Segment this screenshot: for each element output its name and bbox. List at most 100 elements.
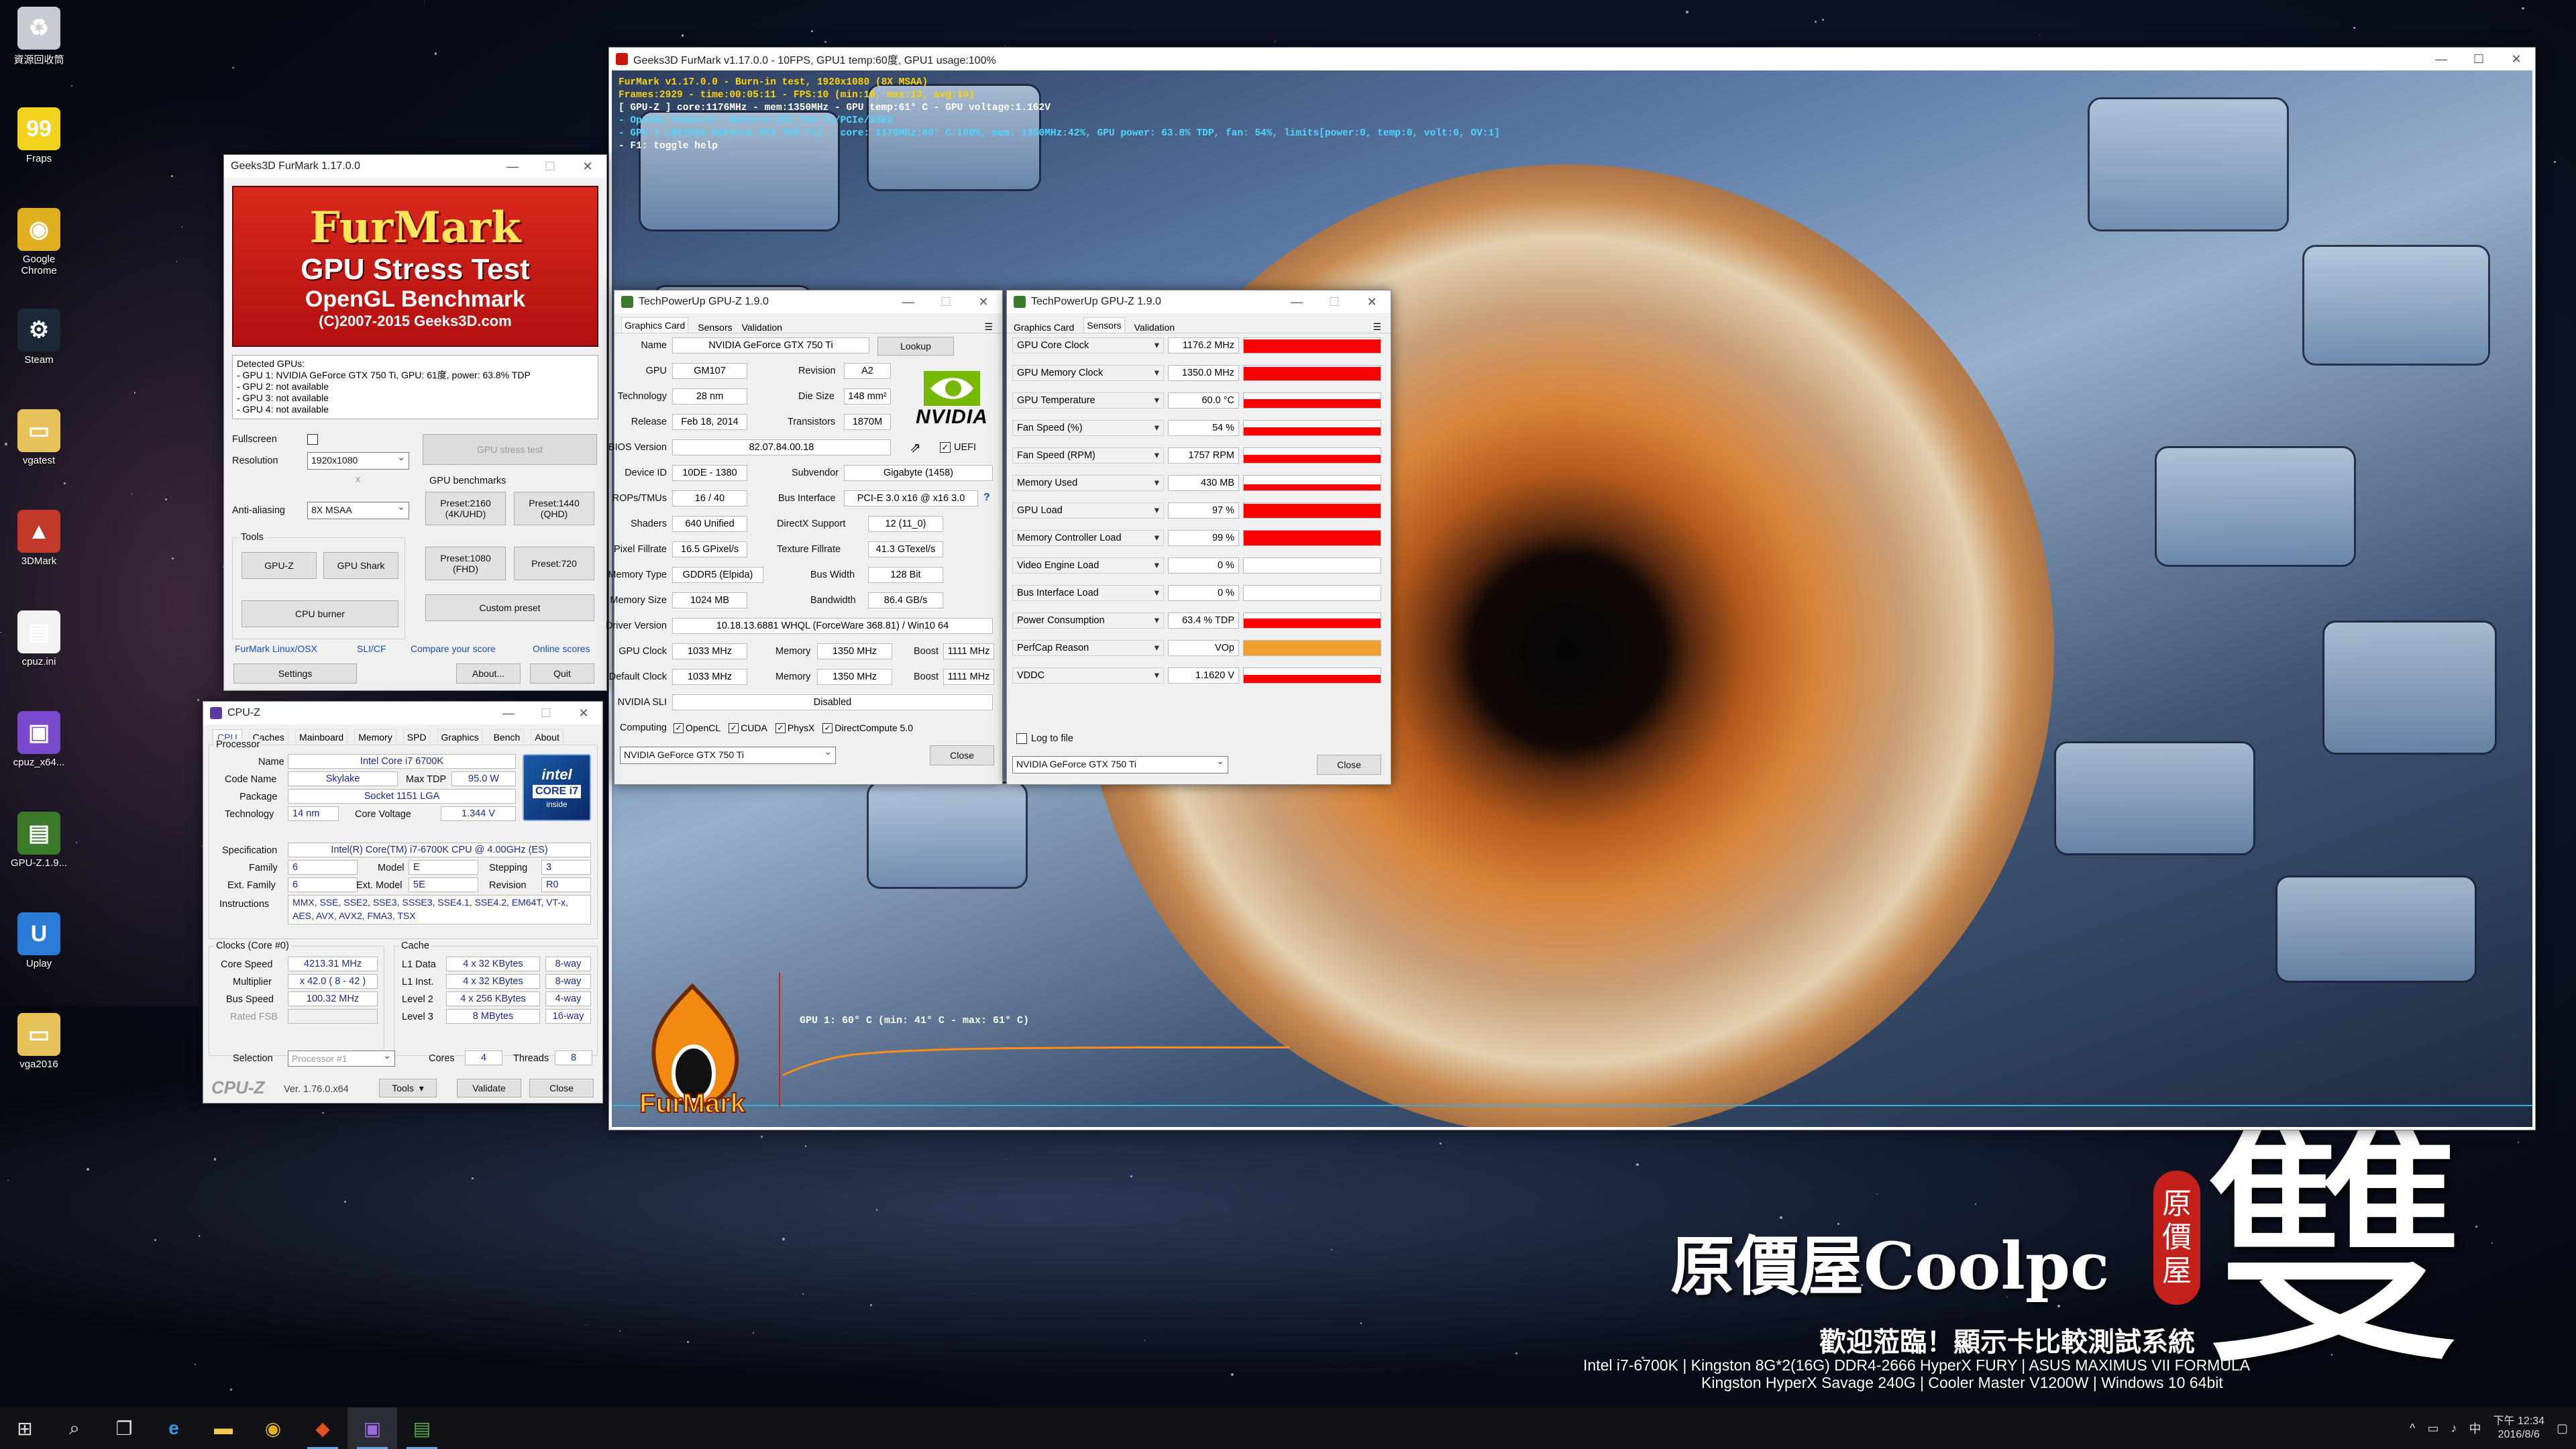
notification-icon[interactable]: ▢ xyxy=(2557,1421,2568,1436)
minimize-button[interactable]: — xyxy=(2422,48,2460,70)
desktop-icon[interactable]: ▤ cpuz.ini xyxy=(5,610,72,667)
tab-memory[interactable]: Memory xyxy=(354,729,396,745)
close-button[interactable]: ✕ xyxy=(565,702,602,724)
gpu-stress-test-button[interactable]: GPU stress test xyxy=(423,434,597,465)
furmark-linux-link[interactable]: FurMark Linux/OSX xyxy=(235,643,317,654)
tools-button[interactable]: Tools ▾ xyxy=(379,1079,437,1097)
about-button[interactable]: About... xyxy=(456,663,521,684)
gpu-select[interactable]: NVIDIA GeForce GTX 750 Ti xyxy=(1012,755,1228,773)
fullscreen-checkbox[interactable] xyxy=(307,434,318,445)
sensor-dropdown-icon[interactable]: ▾ xyxy=(1155,423,1159,433)
tab-validation[interactable]: Validation xyxy=(1134,322,1175,333)
tab-mainboard[interactable]: Mainboard xyxy=(295,729,348,745)
furmark-icon[interactable]: ◆ xyxy=(298,1407,347,1449)
quit-button[interactable]: Quit xyxy=(530,663,594,684)
tab-about[interactable]: About xyxy=(531,729,564,745)
search-icon[interactable]: ⌕ xyxy=(50,1407,99,1449)
sensor-dropdown-icon[interactable]: ▾ xyxy=(1155,478,1159,488)
desktop-icon[interactable]: 99 Fraps xyxy=(5,107,72,164)
close-button[interactable]: Close xyxy=(930,745,994,765)
desktop-icon[interactable]: ▣ cpuz_x64... xyxy=(5,711,72,768)
sensor-label[interactable]: Bus Interface Load ▾ xyxy=(1012,585,1164,601)
gpu-select[interactable]: NVIDIA GeForce GTX 750 Ti xyxy=(620,746,836,764)
anti-aliasing-select[interactable]: 8X MSAA xyxy=(307,501,409,519)
online-scores-link[interactable]: Online scores xyxy=(533,643,590,654)
task-view-icon[interactable]: ❐ xyxy=(99,1407,149,1449)
maximize-button[interactable]: ☐ xyxy=(1316,290,1353,313)
desktop-icon[interactable]: ▲ 3DMark xyxy=(5,510,72,567)
processor-select[interactable]: Processor #1 xyxy=(288,1050,395,1067)
sensor-label[interactable]: Memory Controller Load ▾ xyxy=(1012,530,1164,546)
maximize-button[interactable]: ☐ xyxy=(531,155,569,178)
menu-icon[interactable]: ☰ xyxy=(984,321,993,333)
sensor-dropdown-icon[interactable]: ▾ xyxy=(1155,450,1159,461)
explorer-icon[interactable]: ▬ xyxy=(199,1407,248,1449)
preset-2160-button[interactable]: Preset:2160 (4K/UHD) xyxy=(425,492,506,525)
close-button[interactable]: Close xyxy=(1317,755,1381,775)
sensor-dropdown-icon[interactable]: ▾ xyxy=(1155,670,1159,681)
close-button[interactable]: ✕ xyxy=(569,155,606,178)
title-bar[interactable]: CPU-Z — ☐ ✕ xyxy=(203,702,602,724)
maximize-button[interactable]: ☐ xyxy=(527,702,565,724)
close-button[interactable]: ✕ xyxy=(2498,48,2535,70)
cpu-burner-button[interactable]: CPU burner xyxy=(241,600,398,627)
preset-1080-button[interactable]: Preset:1080 (FHD) xyxy=(425,547,506,580)
tab-graphics-card[interactable]: Graphics Card xyxy=(621,317,689,333)
clock[interactable]: 下午 12:34 2016/8/6 xyxy=(2493,1415,2544,1442)
tab-sensors[interactable]: Sensors xyxy=(698,322,732,333)
sensor-dropdown-icon[interactable]: ▾ xyxy=(1155,615,1159,626)
title-bar[interactable]: TechPowerUp GPU-Z 1.9.0 — ☐ ✕ xyxy=(1007,290,1391,313)
maximize-button[interactable]: ☐ xyxy=(2460,48,2498,70)
resolution-select[interactable]: 1920x1080 xyxy=(307,451,409,470)
desktop-icon[interactable]: ▤ GPU-Z.1.9... xyxy=(5,812,72,869)
sensor-label[interactable]: GPU Memory Clock ▾ xyxy=(1012,365,1164,381)
tab-sensors[interactable]: Sensors xyxy=(1083,317,1125,333)
validate-button[interactable]: Validate xyxy=(457,1079,521,1097)
cpuz-icon[interactable]: ▣ xyxy=(347,1407,397,1449)
sensor-label[interactable]: GPU Load ▾ xyxy=(1012,502,1164,519)
sensor-dropdown-icon[interactable]: ▾ xyxy=(1155,368,1159,378)
minimize-button[interactable]: — xyxy=(494,155,531,178)
sensor-label[interactable]: VDDC ▾ xyxy=(1012,667,1164,684)
settings-button[interactable]: Settings xyxy=(233,663,357,684)
start-icon[interactable]: ⊞ xyxy=(0,1407,50,1449)
desktop-icon[interactable]: ▭ vga2016 xyxy=(5,1013,72,1070)
gpuz-button[interactable]: GPU-Z xyxy=(241,552,317,579)
desktop-icon[interactable]: ▭ vgatest xyxy=(5,409,72,466)
minimize-button[interactable]: — xyxy=(1278,290,1316,313)
edge-icon[interactable]: e xyxy=(149,1407,199,1449)
close-button[interactable]: Close xyxy=(529,1079,594,1097)
gpu-shark-button[interactable]: GPU Shark xyxy=(323,552,398,579)
sensor-label[interactable]: GPU Temperature ▾ xyxy=(1012,392,1164,409)
cpuz-window[interactable]: CPU-Z — ☐ ✕ CPU Caches Mainboard Memory SPD G… xyxy=(203,701,603,1104)
tray-overflow-icon[interactable]: ^ xyxy=(2410,1421,2415,1436)
title-bar[interactable]: Geeks3D FurMark 1.17.0.0 — ☐ ✕ xyxy=(224,155,606,178)
sli-cf-link[interactable]: SLI/CF xyxy=(357,643,386,654)
compare-score-link[interactable]: Compare your score xyxy=(411,643,496,654)
close-button[interactable]: ✕ xyxy=(1353,290,1391,313)
lookup-button[interactable]: Lookup xyxy=(877,337,954,356)
sensor-dropdown-icon[interactable]: ▾ xyxy=(1155,533,1159,543)
volume-icon[interactable]: ♪ xyxy=(2451,1421,2457,1436)
custom-preset-button[interactable]: Custom preset xyxy=(425,594,594,621)
sensor-label[interactable]: GPU Core Clock ▾ xyxy=(1012,337,1164,354)
desktop-icon[interactable]: ⚙ Steam xyxy=(5,309,72,366)
preset-1440-button[interactable]: Preset:1440 (QHD) xyxy=(514,492,594,525)
share-icon[interactable]: ⇗ xyxy=(910,439,921,456)
sensor-label[interactable]: PerfCap Reason ▾ xyxy=(1012,640,1164,656)
tab-spd[interactable]: SPD xyxy=(402,729,431,745)
sensor-dropdown-icon[interactable]: ▾ xyxy=(1155,643,1159,653)
network-icon[interactable]: ▭ xyxy=(2427,1421,2438,1436)
preset-720-button[interactable]: Preset:720 xyxy=(514,547,594,580)
title-bar[interactable]: TechPowerUp GPU-Z 1.9.0 — ☐ ✕ xyxy=(614,290,1002,313)
sensor-label[interactable]: Video Engine Load ▾ xyxy=(1012,557,1164,574)
desktop-icon[interactable]: U Uplay xyxy=(5,912,72,969)
gpuz-sensors-window[interactable]: TechPowerUp GPU-Z 1.9.0 — ☐ ✕ Graphics C… xyxy=(1006,290,1391,785)
minimize-button[interactable]: — xyxy=(490,702,527,724)
tab-bench[interactable]: Bench xyxy=(489,729,525,745)
gpuz-card-window[interactable]: TechPowerUp GPU-Z 1.9.0 — ☐ ✕ Graphics C… xyxy=(606,290,1003,785)
help-icon[interactable]: ? xyxy=(983,492,990,504)
sensor-dropdown-icon[interactable]: ▾ xyxy=(1155,588,1159,598)
tab-validation[interactable]: Validation xyxy=(742,322,782,333)
desktop-icon[interactable]: ◉ Google Chrome xyxy=(5,208,72,276)
